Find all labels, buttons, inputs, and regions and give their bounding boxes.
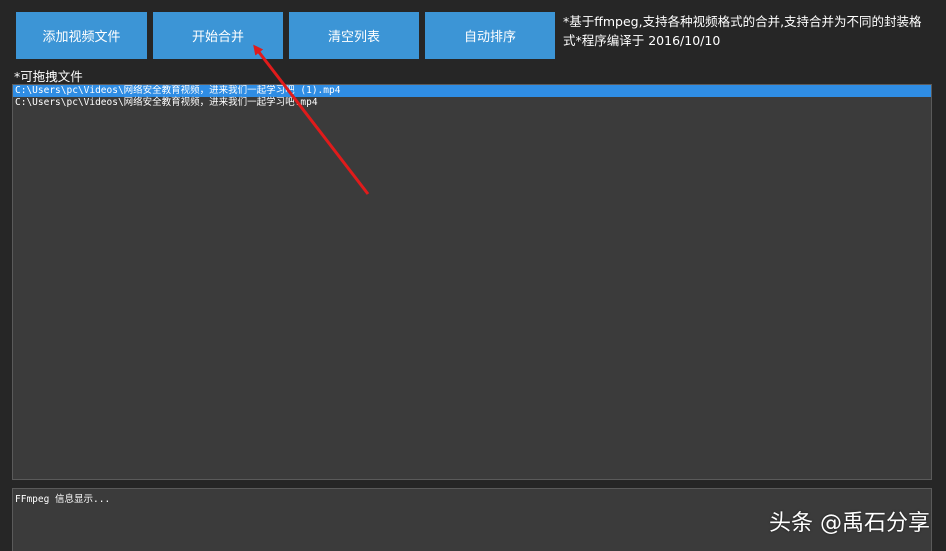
start-merge-button[interactable]: 开始合并: [153, 12, 283, 59]
file-list[interactable]: C:\Users\pc\Videos\网络安全教育视频，进来我们一起学习吧 (1…: [12, 84, 932, 480]
watermark: 头条 @禹石分享: [769, 511, 930, 536]
add-video-file-button[interactable]: 添加视频文件: [16, 12, 147, 59]
list-item[interactable]: C:\Users\pc\Videos\网络安全教育视频，进来我们一起学习吧 (1…: [13, 85, 931, 97]
list-item[interactable]: C:\Users\pc\Videos\网络安全教育视频，进来我们一起学习吧.mp…: [13, 97, 931, 109]
clear-list-button[interactable]: 清空列表: [289, 12, 419, 59]
app-window: 添加视频文件 开始合并 清空列表 自动排序 *基于ffmpeg,支持各种视频格式…: [0, 0, 946, 551]
info-text: *基于ffmpeg,支持各种视频格式的合并,支持合并为不同的封装格式*程序编译于…: [563, 14, 922, 48]
log-text: FFmpeg 信息显示...: [15, 494, 111, 505]
auto-sort-button[interactable]: 自动排序: [425, 12, 555, 59]
drop-hint-label: *可拖拽文件: [14, 69, 83, 84]
